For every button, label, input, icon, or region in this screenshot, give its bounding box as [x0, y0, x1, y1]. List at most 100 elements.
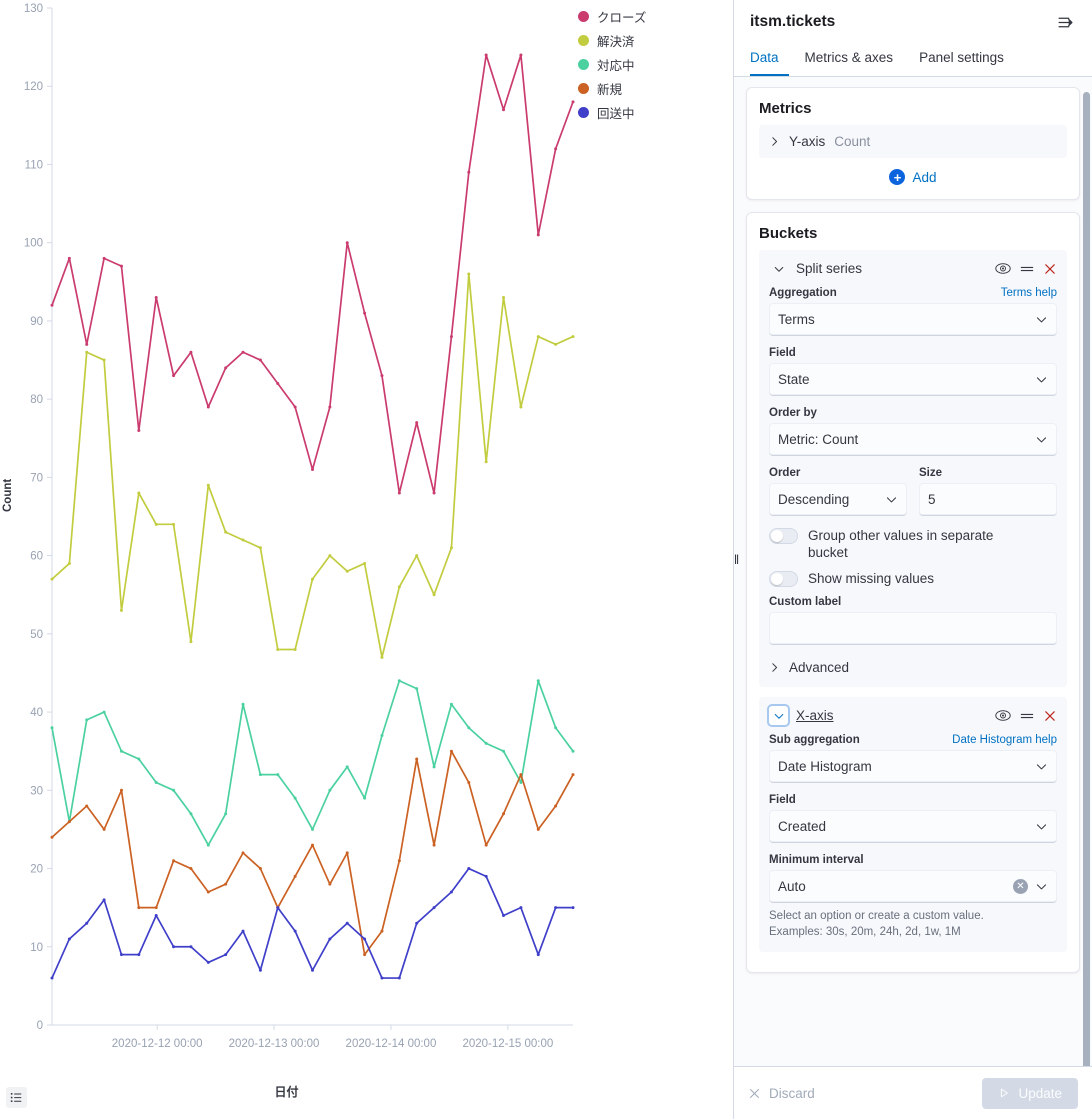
editor-scroll-area[interactable]: Metrics Y-axis Count + Add Buckets Split… [734, 77, 1092, 1066]
custom-label-label-row: Custom label [769, 596, 1057, 608]
add-metric-button[interactable]: + Add [759, 158, 1067, 189]
bucket-header: X-axis [769, 706, 1057, 725]
svg-text:2020-12-14 00:00: 2020-12-14 00:00 [346, 1038, 437, 1050]
tab-metrics-axes[interactable]: Metrics & axes [805, 42, 904, 76]
legend-color-dot [578, 35, 589, 46]
drag-handle-icon-button[interactable] [1020, 711, 1034, 721]
legend-color-dot [578, 11, 589, 22]
legend-item-0[interactable]: クローズ [578, 8, 646, 25]
size-input[interactable]: 5 [919, 483, 1057, 516]
buckets-card: Buckets Split series Aggregation Terms h… [746, 212, 1080, 973]
editor-tabs[interactable]: Data Metrics & axes Panel settings [734, 42, 1092, 77]
advanced-toggle-row[interactable]: Advanced [769, 656, 1057, 675]
buckets-title: Buckets [759, 225, 818, 242]
date-histogram-help-link[interactable]: Date Histogram help [952, 734, 1057, 746]
order-by-label-row: Order by [769, 407, 1057, 419]
x-field-select[interactable]: Created [769, 810, 1057, 843]
group-other-values-toggle[interactable] [769, 528, 798, 544]
toggle-visibility-button[interactable] [995, 262, 1011, 275]
terms-help-link[interactable]: Terms help [1001, 287, 1057, 299]
minimum-interval-select[interactable]: Auto ✕ [769, 870, 1057, 903]
bucket-actions [995, 262, 1057, 276]
minimum-interval-label-row: Minimum interval [769, 854, 1057, 866]
show-missing-values-toggle[interactable] [769, 571, 798, 587]
drag-handle-icon-button[interactable] [1020, 264, 1034, 274]
svg-text:60: 60 [30, 551, 43, 563]
remove-bucket-button[interactable] [1043, 262, 1057, 276]
group-other-values-label: Group other values in separate bucket [808, 528, 994, 560]
chevron-down-icon [1035, 880, 1048, 893]
tab-data[interactable]: Data [750, 42, 789, 76]
panel-scrollbar[interactable] [1083, 92, 1090, 1066]
line-chart[interactable]: 0 10 20 30 40 50 60 70 80 90 100 110 120 130 2020-12-1… [0, 0, 733, 1119]
metric-row-y-axis[interactable]: Y-axis Count [759, 125, 1067, 158]
bucket-actions [995, 709, 1057, 723]
svg-text:90: 90 [30, 316, 43, 328]
sub-aggregation-select[interactable]: Date Histogram [769, 750, 1057, 783]
legend-item-4[interactable]: 回送中 [578, 104, 646, 121]
show-missing-values-toggle-row[interactable]: Show missing values [769, 570, 1057, 587]
order-group: Order Descending [769, 467, 907, 527]
bucket-name-split-series[interactable]: Split series [796, 261, 862, 276]
toggle-visibility-button[interactable] [995, 709, 1011, 722]
chevron-down-icon [774, 266, 783, 272]
chevron-down-icon [1035, 433, 1048, 446]
panel-resize-handle[interactable]: ‖ [731, 548, 741, 570]
collapse-right-icon [1058, 17, 1073, 28]
order-label: Order [769, 467, 801, 479]
metrics-card: Metrics Y-axis Count + Add [746, 87, 1080, 200]
bucket-name-x-axis[interactable]: X-axis [796, 708, 834, 723]
custom-label-input[interactable] [769, 612, 1057, 645]
svg-text:70: 70 [30, 472, 43, 484]
minimum-interval-hint-line1: Select an option or create a custom valu… [769, 910, 984, 922]
aggregation-value: Terms [778, 311, 815, 327]
legend-color-dot [578, 107, 589, 118]
discard-button[interactable]: Discard [748, 1086, 815, 1101]
group-other-values-toggle-row[interactable]: Group other values in separate bucket [769, 527, 1057, 561]
play-icon [1001, 1088, 1009, 1098]
x-field-label: Field [769, 794, 796, 806]
svg-text:130: 130 [24, 3, 43, 15]
close-icon [1045, 710, 1055, 721]
bucket-header: Split series [769, 259, 1057, 278]
svg-text:2020-12-12 00:00: 2020-12-12 00:00 [112, 1038, 203, 1050]
tab-panel-settings[interactable]: Panel settings [919, 42, 1014, 76]
collapse-panel-button[interactable] [1055, 13, 1076, 32]
chart-canvas[interactable]: 0 10 20 30 40 50 60 70 80 90 100 110 120 130 2020-12-1… [0, 0, 733, 1075]
size-label: Size [919, 467, 943, 479]
legend-item-label: 対応中 [597, 59, 635, 73]
update-button[interactable]: Update [982, 1077, 1078, 1109]
metric-row-value: Count [834, 134, 871, 149]
order-by-label: Order by [769, 407, 817, 419]
svg-text:100: 100 [24, 238, 43, 250]
chart-legend[interactable]: クローズ 解決済 対応中 新規 回送中 [578, 8, 646, 121]
legend-item-3[interactable]: 新規 [578, 80, 646, 97]
toggle-x-axis-button[interactable] [769, 706, 788, 725]
eye-icon [995, 710, 1011, 721]
toggle-split-series-button[interactable] [769, 259, 788, 278]
chevron-down-icon [1035, 373, 1048, 386]
sub-aggregation-label: Sub aggregation [769, 734, 860, 746]
chevron-down-icon [1035, 760, 1048, 773]
editor-panel: itsm.tickets Data Metrics & axes Panel s… [733, 0, 1092, 1119]
svg-text:20: 20 [30, 864, 43, 876]
bucket-x-axis: X-axis Sub aggregation Date Histogram he… [759, 697, 1067, 952]
svg-text:80: 80 [30, 394, 43, 406]
metrics-title: Metrics [759, 100, 812, 117]
close-icon [1045, 263, 1055, 274]
y-axis-title: Count [2, 478, 14, 512]
aggregation-select[interactable]: Terms [769, 303, 1057, 336]
field-value: State [778, 371, 810, 387]
legend-item-1[interactable]: 解決済 [578, 32, 646, 49]
editor-footer: Discard Update [734, 1066, 1092, 1119]
field-select[interactable]: State [769, 363, 1057, 396]
drag-handle-icon [1020, 266, 1034, 271]
order-by-select[interactable]: Metric: Count [769, 423, 1057, 456]
legend-item-2[interactable]: 対応中 [578, 56, 646, 73]
remove-bucket-button[interactable] [1043, 709, 1057, 723]
inspect-button[interactable] [6, 1087, 27, 1108]
order-select[interactable]: Descending [769, 483, 907, 516]
chevron-down-icon [1035, 313, 1048, 326]
clear-icon[interactable]: ✕ [1013, 878, 1028, 894]
x-axis-title: 日付 [274, 1085, 299, 1099]
